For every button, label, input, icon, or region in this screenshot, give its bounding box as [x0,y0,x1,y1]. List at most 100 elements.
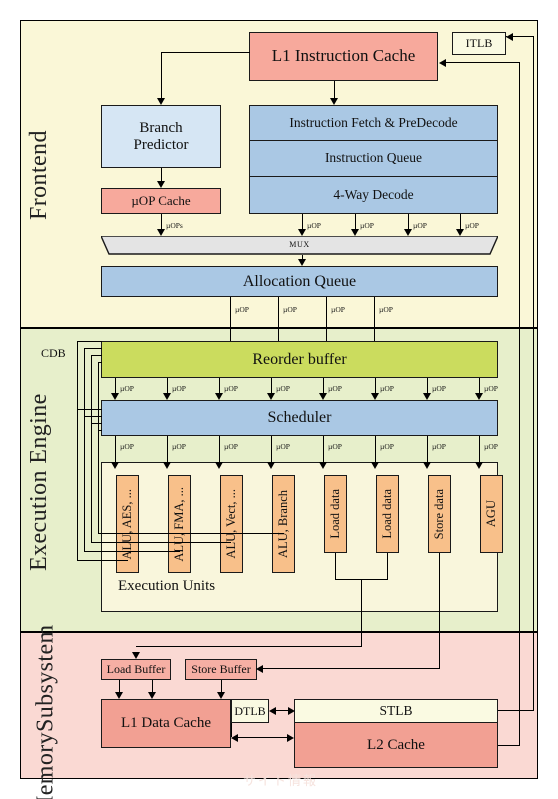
line-loaddata-to-loadbuf-h [136,646,362,648]
line-loadbuf-l1d-1 [119,680,121,692]
load-buffer-block[interactable]: Load Buffer [101,659,171,680]
store-buffer-block[interactable]: Store Buffer [185,659,257,680]
line-dtlb-stub [231,723,233,737]
arrow-loadbuf-l1d-1 [114,692,123,699]
l1-data-cache-block[interactable]: L1 Data Cache [101,699,231,748]
line-sched-eu-3 [219,436,221,462]
uop-label-allocq-2: µOP [283,305,297,314]
uop-label-allocq-1: µOP [235,305,249,314]
l1-instruction-cache-block[interactable]: L1 Instruction Cache [249,32,438,81]
cdb-line-1-top [77,341,102,343]
arrow-stlb-to-itlb [506,33,513,41]
arrow-sched-eu-4 [266,462,275,469]
execution-unit-store-data[interactable]: Store data [428,475,451,553]
arrow-loadbuf-l1d-2 [147,692,156,699]
execution-unit-alu-fma[interactable]: ALU, FMA, ... [168,475,191,573]
line-rob-sched-2 [167,378,169,393]
line-rob-sched-1 [115,378,117,393]
l2-cache-block[interactable]: L2 Cache [294,723,498,768]
line-l1ic-to-bp-v [161,52,163,98]
arrow-rob-sched-1 [110,393,119,400]
cdb-tap-scheduler-3 [91,423,102,425]
mux-block[interactable]: MUX [99,235,500,255]
line-l1ic-to-bp-h [161,52,250,54]
uop-label-sched-eu-7: µOP [432,442,446,451]
uop-label-sched-eu-2: µOP [172,442,186,451]
bus-stlb-to-itlb-h [512,36,534,38]
line-storedata-v [439,553,441,669]
line-decode-to-mux-3 [408,214,410,229]
execution-unit-load-data-1[interactable]: Load data [324,475,347,553]
dtlb-block[interactable]: DTLB [231,699,269,723]
line-sched-eu-5 [323,436,325,462]
scheduler-block[interactable]: Scheduler [101,400,498,436]
cdb-line-3-top [91,355,102,357]
arrow-rob-sched-4 [266,393,275,400]
uops-label-uopcache: µOPs [166,221,183,230]
microarchitecture-diagram: Frontend Execution Engine Memory Subsyst… [0,0,558,799]
execution-unit-label: Load data [379,489,394,539]
arrow-bp-to-uopcache [156,181,165,188]
uop-label-decode-3: µOP [413,221,427,230]
reorder-buffer-block[interactable]: Reorder buffer [101,341,498,378]
arrow-sched-eu-2 [162,462,171,469]
cdb-line-1-bottom [77,560,128,562]
execution-unit-label: Store data [431,488,446,540]
uop-label-sched-eu-1: µOP [120,442,134,451]
line-rob-sched-8 [479,378,481,393]
uop-label-allocq-3: µOP [331,305,345,314]
line-loaddata2-down [387,553,389,580]
allocation-queue-block[interactable]: Allocation Queue [101,266,498,297]
line-allocq-to-rob-2 [278,297,280,341]
decode-block[interactable]: 4-Way Decode [249,177,498,214]
line-decode-to-mux-2 [355,214,357,229]
line-sched-eu-8 [479,436,481,462]
section-label-execution-engine: Execution Engine [25,393,52,572]
execution-unit-label: ALU, Branch [275,489,290,559]
arrow-decode-to-mux-4 [455,229,464,236]
arrow-sched-eu-8 [474,462,483,469]
uop-label-decode-4: µOP [465,221,479,230]
uop-cache-block[interactable]: µOP Cache [101,188,221,214]
execution-unit-load-data-2[interactable]: Load data [376,475,399,553]
line-bp-to-uopcache [161,168,163,181]
line-l1d-l2 [236,737,290,739]
itlb-block[interactable]: ITLB [452,32,506,55]
execution-unit-label: ALU, AES, ... [119,488,134,560]
instruction-queue-block[interactable]: Instruction Queue [249,141,498,177]
cdb-line-3-bottom [91,542,231,544]
uop-label-sched-eu-3: µOP [224,442,238,451]
cdb-tap-scheduler-1 [77,409,102,411]
arrow-l1ic-to-bp [156,98,165,105]
execution-unit-alu-aes[interactable]: ALU, AES, ... [116,475,139,573]
arrow-decode-to-mux-1 [297,229,306,236]
rail-spacer [506,36,508,37]
uop-label-rob-sched-2: µOP [172,384,186,393]
cdb-tap-scheduler-4 [98,430,102,432]
arrow-sched-eu-3 [214,462,223,469]
section-label-frontend: Frontend [25,130,52,220]
execution-unit-label: Load data [327,489,342,539]
branch-predictor-line1: Branch [139,120,183,137]
execution-unit-alu-vect[interactable]: ALU, Vect, ... [220,475,243,573]
arrow-rob-sched-8 [474,393,483,400]
arrow-sched-eu-6 [370,462,379,469]
line-decode-to-mux-4 [460,214,462,229]
uop-label-sched-eu-6: µOP [380,442,394,451]
execution-unit-alu-branch[interactable]: ALU, Branch [272,475,295,573]
arrow-l2-right [287,734,294,742]
arrow-rob-sched-2 [162,393,171,400]
execution-units-label: Execution Units [118,578,216,594]
watermark-text: サイト情報 [243,773,319,788]
branch-predictor-block[interactable]: Branch Predictor [101,105,221,168]
instruction-fetch-predecode-block[interactable]: Instruction Fetch & PreDecode [249,105,498,141]
uop-label-sched-eu-8: µOP [484,442,498,451]
arrow-stlb-right [288,707,295,715]
cdb-line-1-v [77,341,79,561]
execution-unit-agu[interactable]: AGU [480,475,503,553]
line-allocq-to-rob-3 [326,297,328,341]
line-sched-eu-6 [375,436,377,462]
section-label-memory-subsystem: Memory Subsystem [26,624,66,799]
uop-label-decode-1: µOP [307,221,321,230]
stlb-block[interactable]: STLB [294,699,498,723]
